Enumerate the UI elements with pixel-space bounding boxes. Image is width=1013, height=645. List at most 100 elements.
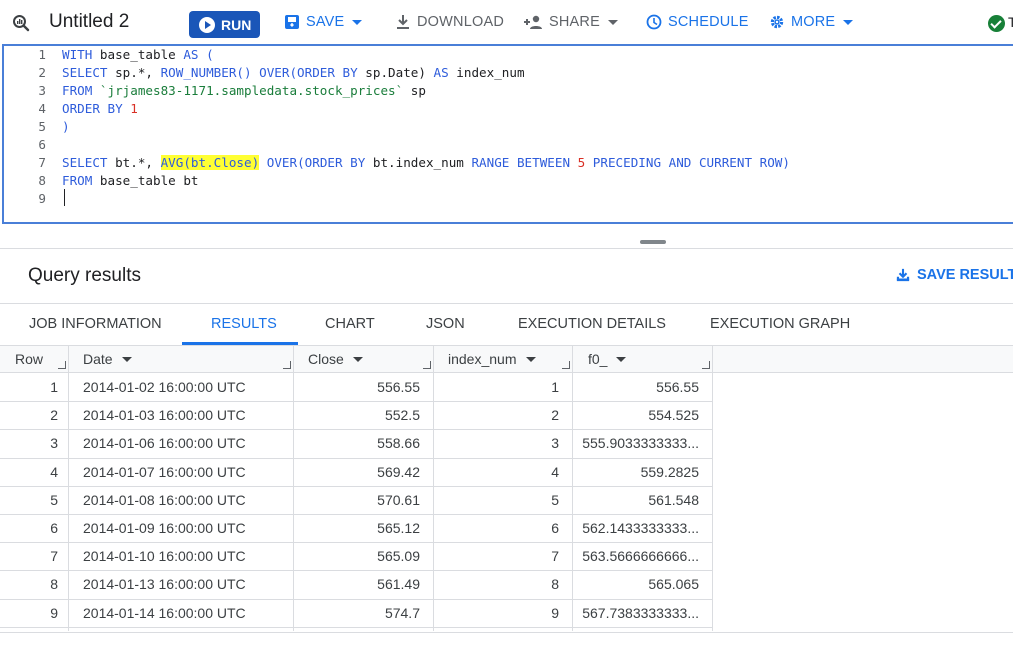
table-cell: 556.55 [656,379,699,395]
table-cell: 1 [50,379,58,395]
run-button[interactable]: RUN [189,11,260,38]
table-cell: 2014-01-06 16:00:00 UTC [83,435,246,452]
column-label: Close [308,351,344,367]
download-label: DOWNLOAD [417,14,504,30]
tab-chart[interactable]: CHART [325,316,375,332]
table-cell: 563.5666666666... [582,548,699,565]
download-icon [896,268,910,282]
code-token: FROM [62,83,100,98]
code-token: ) [62,119,70,134]
code-token: sp [403,83,426,98]
tab-execution-details[interactable]: EXECUTION DETAILS [518,316,666,332]
code-line: 3 FROM `jrjames83-1171.sampledata.stock_p… [4,82,1004,100]
code-token: index_num [456,65,525,80]
query-title[interactable]: Untitled 2 [49,11,129,33]
table-cell: 9 [50,604,58,621]
code-text: FROM `jrjames83-1171.sampledata.stock_pr… [62,82,426,100]
column-header-f0[interactable]: f0_ [588,346,627,373]
column-label: Row [15,351,44,367]
table-cell: 7 [551,548,559,565]
code-token: SELECT [62,65,116,80]
share-label: SHARE [549,14,600,30]
table-cell: 2 [50,407,58,424]
tab-json[interactable]: JSON [426,316,465,332]
chevron-down-icon [616,357,627,362]
column-label: f0_ [588,351,608,367]
line-number: 8 [38,173,46,188]
save-results-button[interactable]: SAVE RESULTS [896,267,1013,283]
table-cell: 2014-01-13 16:00:00 UTC [83,576,246,593]
code-token: sp.Date) [365,65,434,80]
table-cell: 4 [50,463,58,480]
table-cell: 9 [551,604,559,621]
table-cell: 3 [551,435,559,452]
table-cell: 2014-01-07 16:00:00 UTC [83,463,246,480]
code-text: ) [62,118,70,136]
more-button[interactable]: MORE [769,14,854,30]
code-token: bt.index_num [372,155,472,170]
line-number: 2 [38,65,46,80]
download-icon [395,14,411,30]
table-cell: 8 [50,576,58,593]
table-cell: 1 [551,379,559,395]
schedule-button[interactable]: SCHEDULE [646,14,749,30]
chevron-down-icon [352,19,363,25]
add-person-icon [523,14,543,30]
table-cell: 555.9033333333... [582,435,699,452]
code-token: base_table bt [99,173,199,188]
column-header-close[interactable]: Close [308,346,363,373]
line-number: 4 [38,101,46,116]
column-resize-handle[interactable] [562,361,570,369]
code-token: OVER(ORDER BY [259,155,373,170]
code-text: FROM base_table bt [62,172,199,190]
code-token: PRECEDING AND CURRENT ROW) [585,155,790,170]
chevron-down-icon [352,357,363,362]
column-header-row: Row [15,346,43,373]
table-cell: 552.5 [384,407,420,424]
column-resize-handle[interactable] [58,361,66,369]
table-cell: 570.61 [377,491,420,508]
column-resize-handle[interactable] [423,361,431,369]
chevron-down-icon [607,19,618,25]
more-label: MORE [791,14,836,30]
column-resize-handle[interactable] [283,361,291,369]
code-token: base_table [99,47,184,62]
tab-results[interactable]: RESULTS [211,316,277,332]
table-cell: 558.66 [377,435,420,452]
table-cell: 561.548 [648,491,699,508]
column-header-index-num[interactable]: index_num [448,346,536,373]
share-button[interactable]: SHARE [523,14,618,30]
tab-execution-graph[interactable]: EXECUTION GRAPH [710,316,850,332]
divider [0,248,1013,249]
tab-job-information[interactable]: JOB INFORMATION [29,316,162,332]
code-line: 6 [4,136,1004,154]
code-line: 8 FROM base_table bt [4,172,1004,190]
column-divider [712,346,713,631]
save-button[interactable]: SAVE [284,14,363,30]
sql-editor[interactable]: 1 WITH base_table AS (2 SELECT sp.*, ROW_N… [2,44,1013,224]
table-cell: 7 [50,548,58,565]
save-icon [284,14,300,30]
table-cell: 2 [551,407,559,424]
table-cell: 554.525 [648,407,699,424]
resize-handle[interactable] [640,240,666,244]
check-circle-icon [988,15,1005,32]
code-token: ORDER BY [62,101,131,116]
status-text-truncated: T [1008,14,1013,30]
code-token: `jrjames83-1171.sampledata.stock_prices` [99,83,404,98]
table-cell: 559.2825 [640,463,699,480]
line-number: 3 [38,83,46,98]
table-cell: 6 [50,520,58,536]
code-line: 2 SELECT sp.*, ROW_NUMBER() OVER(ORDER BY… [4,64,1004,82]
table-cell: 6 [551,520,559,536]
download-button[interactable]: DOWNLOAD [395,14,504,30]
code-line: 7 SELECT bt.*, AVG(bt.Close) OVER(ORDER B… [4,154,1004,172]
chevron-down-icon [121,357,132,362]
code-token: AVG(bt.Close) [160,155,260,170]
column-header-date[interactable]: Date [83,346,132,373]
code-line: 1 WITH base_table AS ( [4,46,1004,64]
schedule-label: SCHEDULE [668,14,749,30]
table-cell: 567.7383333333... [582,604,699,621]
column-resize-handle[interactable] [702,361,710,369]
line-number: 7 [38,155,46,170]
